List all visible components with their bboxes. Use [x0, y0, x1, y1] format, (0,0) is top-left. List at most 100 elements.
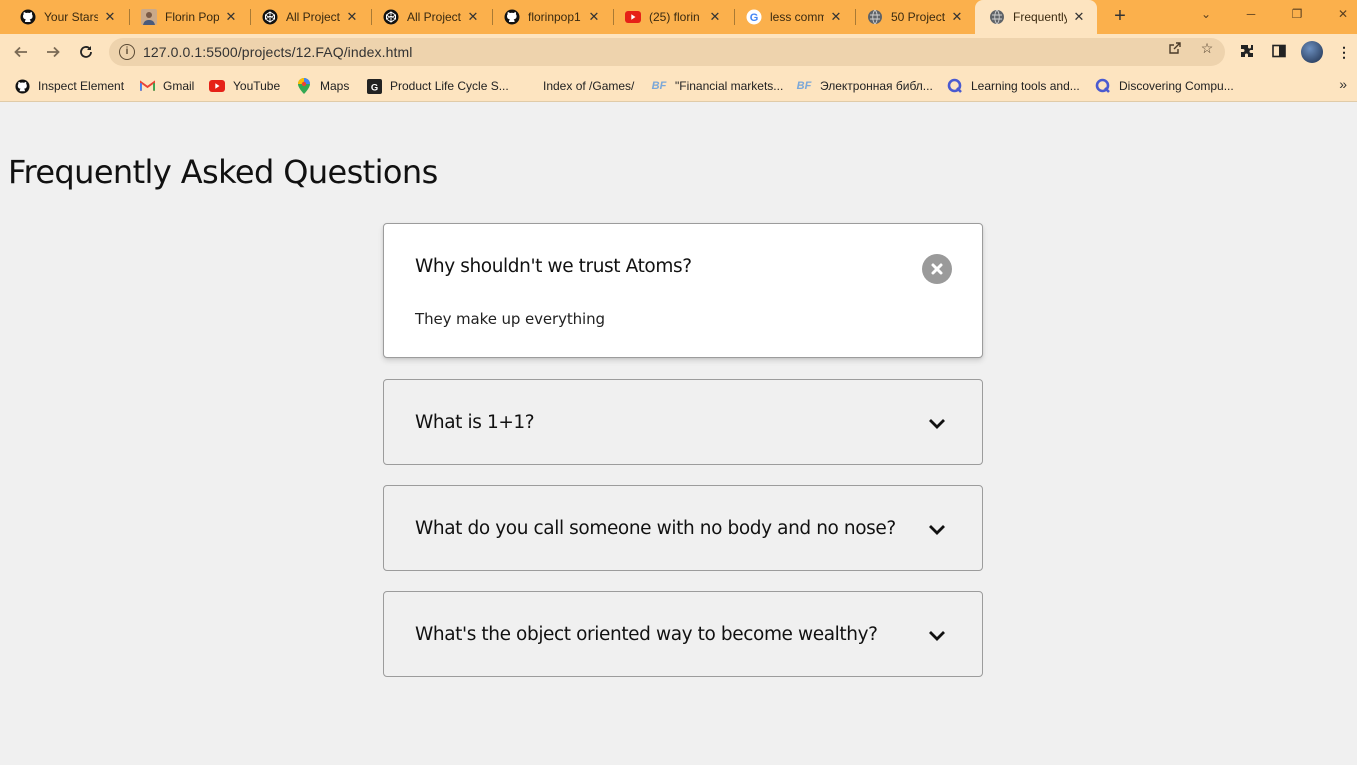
window-close-button[interactable]: ✕ — [1333, 4, 1353, 24]
faq-question: What is 1+1? — [415, 412, 535, 433]
bookmark-label: Maps — [320, 79, 350, 93]
google-icon: G — [746, 9, 762, 25]
github-icon — [20, 9, 36, 25]
github-icon — [504, 9, 520, 25]
bookmark-gmail[interactable]: Gmail — [139, 76, 194, 96]
faq-question: What do you call someone with no body an… — [415, 518, 896, 539]
browser-toolbar: i 127.0.0.1:5500/projects/12.FAQ/index.h… — [0, 34, 1357, 70]
tab-strip: Your Stars ✕ Florin Pop ✕ All Projects ✕… — [0, 0, 1357, 34]
tab-title: Your Stars — [44, 10, 98, 24]
chevron-down-icon[interactable] — [928, 630, 946, 642]
globe-icon — [989, 9, 1005, 25]
q-icon — [947, 78, 963, 94]
bookmark-label: Discovering Compu... — [1119, 79, 1234, 93]
tab-title: Frequently — [1013, 10, 1067, 24]
faq-item[interactable]: What is 1+1? — [383, 379, 983, 465]
close-icon[interactable]: ✕ — [102, 9, 118, 25]
menu-kebab-icon[interactable]: ⋮ — [1335, 43, 1353, 61]
side-panel-icon[interactable] — [1270, 43, 1288, 61]
codepen-icon — [383, 9, 399, 25]
faq-item-open[interactable]: Why shouldn't we trust Atoms? They make … — [383, 223, 983, 358]
bookmarks-bar: Inspect Element Gmail YouTube Maps G Pro… — [0, 70, 1357, 102]
gmail-icon — [139, 78, 155, 94]
tab-frequently-active[interactable]: Frequently ✕ — [975, 0, 1097, 34]
profile-avatar[interactable] — [1301, 41, 1323, 63]
svg-text:G: G — [750, 12, 759, 24]
faq-item[interactable]: What do you call someone with no body an… — [383, 485, 983, 571]
close-icon[interactable]: ✕ — [586, 9, 602, 25]
bookmark-inspect-element[interactable]: Inspect Element — [14, 76, 124, 96]
faq-question: Why shouldn't we trust Atoms? — [415, 256, 692, 277]
bookmark-label: "Financial markets... — [675, 79, 784, 93]
tab-title: 50 Projects — [891, 10, 945, 24]
close-icon[interactable]: ✕ — [344, 9, 360, 25]
close-icon[interactable]: ✕ — [1071, 9, 1087, 25]
faq-item[interactable]: What's the object oriented way to become… — [383, 591, 983, 677]
youtube-icon — [209, 78, 225, 94]
tab-your-stars[interactable]: Your Stars ✕ — [6, 0, 128, 34]
restore-button[interactable]: ❐ — [1287, 4, 1307, 24]
new-tab-button[interactable]: + — [1108, 4, 1132, 28]
tab-title: (25) florin — [649, 10, 700, 24]
tab-search-icon[interactable]: ⌄ — [1196, 4, 1216, 24]
tab-title: less comm — [770, 10, 824, 24]
chevron-down-icon[interactable] — [928, 418, 946, 430]
globe-icon — [867, 9, 883, 25]
tab-youtube[interactable]: (25) florin ✕ — [611, 0, 733, 34]
tab-google[interactable]: G less comm ✕ — [732, 0, 854, 34]
forward-arrow-icon — [47, 46, 60, 58]
close-icon[interactable] — [922, 254, 952, 284]
codepen-icon — [262, 9, 278, 25]
bookmark-label: Index of /Games/ — [543, 79, 635, 93]
tab-title: All Projects — [407, 10, 461, 24]
youtube-icon — [625, 9, 641, 25]
tab-florin-pop[interactable]: Florin Pop ✕ — [127, 0, 249, 34]
tab-all-projects-2[interactable]: All Projects ✕ — [369, 0, 491, 34]
bookmark-label: Gmail — [163, 79, 195, 93]
extensions-icon[interactable] — [1238, 43, 1256, 61]
q-icon — [1095, 78, 1111, 94]
bookmark-maps[interactable]: Maps — [296, 76, 349, 96]
bookmark-index-games[interactable]: Index of /Games/ — [543, 76, 634, 96]
minimize-button[interactable]: ─ — [1241, 4, 1261, 24]
tab-50-projects[interactable]: 50 Projects ✕ — [853, 0, 975, 34]
bookmark-discovering-computers[interactable]: Discovering Compu... — [1095, 76, 1234, 96]
bookmark-learning-tools[interactable]: Learning tools and... — [947, 76, 1080, 96]
forward-button[interactable] — [41, 40, 65, 64]
tab-title: florinpop1 — [528, 10, 581, 24]
bookmark-label: Learning tools and... — [971, 79, 1080, 93]
bookmark-label: Inspect Element — [38, 79, 125, 93]
faq-question: What's the object oriented way to become… — [415, 624, 878, 645]
bookmark-label: Product Life Cycle S... — [390, 79, 509, 93]
bookmark-star-icon[interactable]: ☆ — [1199, 40, 1215, 56]
back-button[interactable] — [9, 40, 33, 64]
bookmark-label: Электронная библ... — [820, 79, 933, 93]
address-bar[interactable]: i 127.0.0.1:5500/projects/12.FAQ/index.h… — [109, 38, 1225, 66]
chevron-down-icon[interactable] — [928, 524, 946, 536]
tab-all-projects-1[interactable]: All Projects ✕ — [248, 0, 370, 34]
back-arrow-icon — [14, 46, 27, 58]
tab-title: All Projects — [286, 10, 340, 24]
faq-answer: They make up everything — [415, 310, 605, 328]
bookmarks-overflow-icon[interactable]: » — [1339, 76, 1347, 92]
close-icon[interactable]: ✕ — [223, 9, 239, 25]
tab-florinpop-github[interactable]: florinpop1 ✕ — [490, 0, 612, 34]
github-icon — [14, 78, 30, 94]
close-icon[interactable]: ✕ — [949, 9, 965, 25]
url-text: 127.0.0.1:5500/projects/12.FAQ/index.htm… — [143, 44, 413, 60]
g-square-icon: G — [366, 78, 382, 94]
bf-icon: BF — [796, 80, 812, 92]
avatar-icon — [141, 9, 157, 25]
close-icon[interactable]: ✕ — [707, 9, 723, 25]
bookmark-product-life-cycle[interactable]: G Product Life Cycle S... — [366, 76, 509, 96]
bookmark-label: YouTube — [233, 79, 281, 93]
bookmark-electronic-library[interactable]: BF Электронная библ... — [796, 76, 933, 96]
tab-title: Florin Pop — [165, 10, 219, 24]
bookmark-youtube[interactable]: YouTube — [209, 76, 280, 96]
site-info-icon[interactable]: i — [119, 44, 135, 60]
close-icon[interactable]: ✕ — [465, 9, 481, 25]
reload-button[interactable] — [74, 40, 98, 64]
close-icon[interactable]: ✕ — [828, 9, 844, 25]
bookmark-financial-markets[interactable]: BF "Financial markets... — [651, 76, 784, 96]
share-icon[interactable] — [1167, 40, 1183, 56]
